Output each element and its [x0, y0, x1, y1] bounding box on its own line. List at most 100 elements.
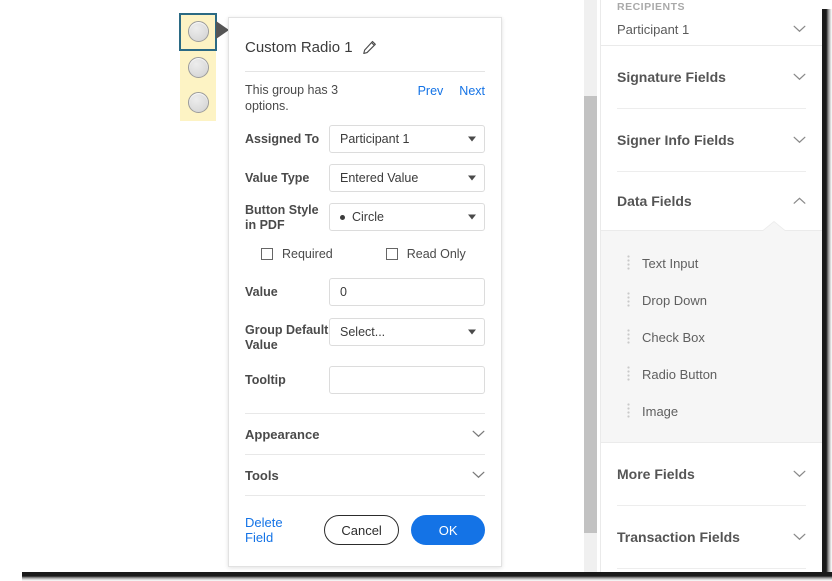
assigned-to-label: Assigned To	[245, 132, 329, 147]
signer-info-fields-section: Signer Info Fields	[601, 109, 822, 172]
transaction-fields-section: Transaction Fields	[601, 506, 822, 569]
field-properties-dialog: Custom Radio 1 This group has 3 options.…	[228, 17, 502, 567]
chevron-down-icon	[468, 215, 476, 220]
checkbox-icon	[386, 248, 398, 260]
read-only-checkbox[interactable]: Read Only	[386, 247, 466, 261]
tooltip-input[interactable]	[329, 366, 485, 394]
panel-notch-icon	[763, 222, 785, 231]
value-row: Value 0	[245, 278, 485, 306]
signer-info-fields-label: Signer Info Fields	[617, 132, 734, 148]
vertical-scrollbar-thumb[interactable]	[584, 96, 597, 533]
appearance-label: Appearance	[245, 427, 319, 442]
circle-bullet-icon	[340, 215, 345, 220]
group-default-value-label: Group Default Value	[245, 318, 329, 353]
window-right-edge	[822, 9, 832, 575]
group-nav-links: Prev Next	[418, 82, 485, 98]
chevron-down-icon	[468, 330, 476, 335]
button-style-value: Circle	[352, 210, 384, 224]
cancel-button[interactable]: Cancel	[324, 515, 400, 545]
delete-field-link[interactable]: Delete Field	[245, 515, 312, 545]
window-bottom-edge	[22, 572, 832, 581]
chevron-down-icon	[793, 470, 806, 478]
radio-option-2[interactable]	[180, 50, 216, 86]
drag-handle-icon	[627, 329, 630, 346]
ok-button[interactable]: OK	[411, 515, 485, 545]
field-label: Check Box	[642, 330, 705, 345]
tools-label: Tools	[245, 468, 279, 483]
prev-link[interactable]: Prev	[418, 84, 444, 98]
recipients-block: RECIPIENTS Participant 1	[601, 0, 822, 45]
group-default-value-row: Group Default Value Select...	[245, 318, 485, 353]
radio-circle-icon	[188, 92, 209, 113]
dialog-title: Custom Radio 1	[245, 39, 353, 56]
checkbox-icon	[261, 248, 273, 260]
group-info-row: This group has 3 options. Prev Next	[245, 82, 485, 114]
required-checkbox[interactable]: Required	[261, 247, 333, 261]
button-style-label: Button Style in PDF	[245, 203, 329, 233]
data-fields-list: Text Input Drop Down Check Box	[601, 230, 822, 443]
recipient-selector[interactable]: Participant 1	[617, 13, 806, 45]
group-default-value-text: Select...	[340, 325, 385, 339]
chevron-down-icon	[793, 136, 806, 144]
field-item-text-input[interactable]: Text Input	[601, 245, 822, 282]
group-info-text: This group has 3 options.	[245, 82, 365, 114]
read-only-label: Read Only	[407, 247, 466, 261]
radio-option-3[interactable]	[180, 85, 216, 121]
assigned-to-select[interactable]: Participant 1	[329, 125, 485, 153]
transaction-fields-accordion[interactable]: Transaction Fields	[617, 506, 806, 568]
group-default-value-select[interactable]: Select...	[329, 318, 485, 346]
radio-option-1[interactable]	[180, 14, 216, 50]
drag-handle-icon	[627, 366, 630, 383]
required-label: Required	[282, 247, 333, 261]
value-input[interactable]: 0	[329, 278, 485, 306]
value-type-value: Entered Value	[340, 171, 418, 185]
drag-handle-icon	[627, 403, 630, 420]
radio-circle-icon	[188, 57, 209, 78]
tools-accordion[interactable]: Tools	[245, 455, 485, 495]
appearance-accordion[interactable]: Appearance	[245, 414, 485, 454]
field-label: Image	[642, 404, 678, 419]
more-fields-accordion[interactable]: More Fields	[617, 443, 806, 505]
fields-sidebar: RECIPIENTS Participant 1 Signature Field…	[600, 0, 822, 572]
chevron-down-icon	[472, 471, 485, 479]
chevron-down-icon	[468, 137, 476, 142]
assigned-to-row: Assigned To Participant 1	[245, 125, 485, 153]
tooltip-label: Tooltip	[245, 373, 329, 388]
radio-circle-icon	[188, 21, 209, 42]
drag-handle-icon	[627, 255, 630, 272]
assigned-to-value: Participant 1	[340, 132, 409, 146]
tooltip-row: Tooltip	[245, 366, 485, 394]
field-label: Text Input	[642, 256, 698, 271]
checkbox-row: Required Read Only	[245, 247, 485, 261]
button-style-select[interactable]: Circle	[329, 203, 485, 231]
chevron-down-icon	[793, 533, 806, 541]
chevron-down-icon	[793, 73, 806, 81]
field-item-radio-button[interactable]: Radio Button	[601, 356, 822, 393]
transaction-fields-label: Transaction Fields	[617, 529, 740, 545]
dialog-footer: Delete Field Cancel OK	[245, 515, 485, 545]
signer-info-fields-accordion[interactable]: Signer Info Fields	[617, 109, 806, 171]
recipients-caption: RECIPIENTS	[617, 0, 806, 13]
value-type-label: Value Type	[245, 171, 329, 186]
transaction-fields-divider	[617, 568, 806, 569]
more-fields-label: More Fields	[617, 466, 695, 482]
value-type-row: Value Type Entered Value	[245, 164, 485, 192]
radio-button-group[interactable]	[180, 14, 216, 121]
field-item-drop-down[interactable]: Drop Down	[601, 282, 822, 319]
pencil-icon[interactable]	[362, 40, 377, 55]
more-fields-section: More Fields	[601, 443, 822, 506]
chevron-down-icon	[468, 176, 476, 181]
data-fields-section: Data Fields	[601, 172, 822, 230]
field-item-check-box[interactable]: Check Box	[601, 319, 822, 356]
field-label: Drop Down	[642, 293, 707, 308]
data-fields-label: Data Fields	[617, 193, 692, 209]
app-root: Custom Radio 1 This group has 3 options.…	[0, 0, 832, 581]
tools-divider-bottom	[245, 495, 485, 496]
next-link[interactable]: Next	[459, 84, 485, 98]
value-type-select[interactable]: Entered Value	[329, 164, 485, 192]
dialog-title-row: Custom Radio 1	[245, 18, 485, 62]
field-item-image[interactable]: Image	[601, 393, 822, 430]
signature-fields-accordion[interactable]: Signature Fields	[617, 46, 806, 108]
chevron-down-icon	[472, 430, 485, 438]
recipient-name: Participant 1	[617, 22, 689, 37]
